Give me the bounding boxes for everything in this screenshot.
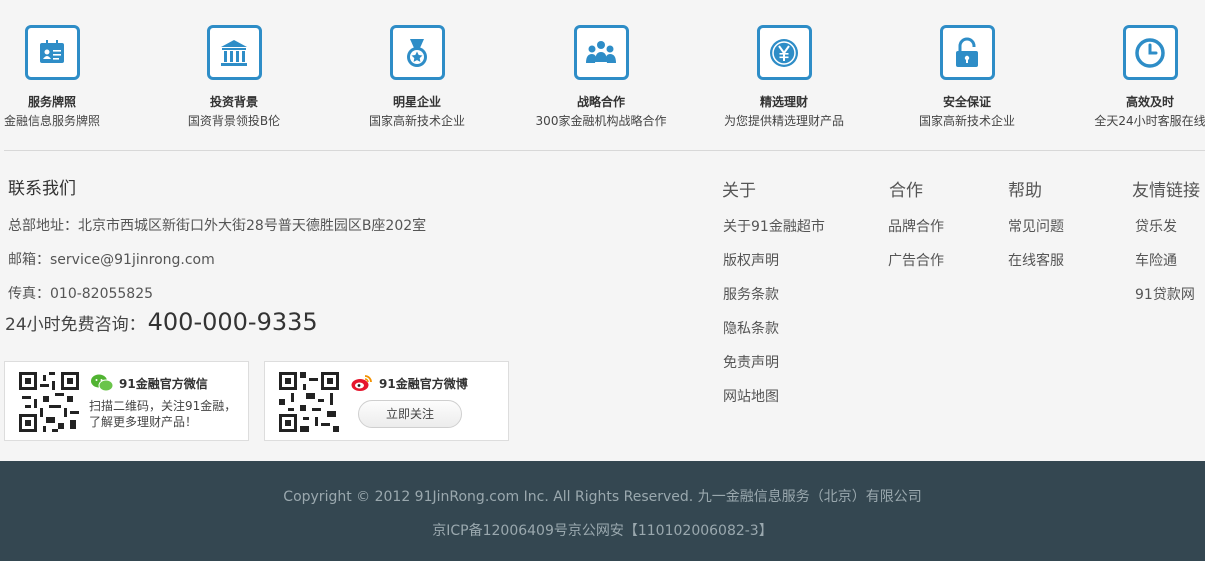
- wechat-icon: [91, 374, 113, 392]
- copyright-text: Copyright © 2012 91JinRong.com Inc. All …: [283, 489, 922, 505]
- feature-title: 明星企业: [392, 95, 441, 109]
- link-brand-coop[interactable]: 品牌合作: [888, 216, 944, 236]
- people-group-icon: [573, 25, 629, 80]
- padlock-icon: [939, 25, 995, 80]
- clock-icon: [1122, 25, 1178, 80]
- link-friend-3[interactable]: 91贷款网: [1135, 284, 1195, 304]
- feature-subtitle: 国家高新技术企业: [918, 114, 1015, 128]
- link-faq[interactable]: 常见问题: [1008, 216, 1064, 236]
- feature-subtitle: 国家高新技术企业: [368, 114, 465, 128]
- feature-security[interactable]: 安全保证 国家高新技术企业: [887, 25, 1047, 129]
- feature-title: 服务牌照: [27, 95, 76, 109]
- feature-investment[interactable]: 投资背景 国资背景领投B伦: [154, 25, 314, 129]
- link-terms[interactable]: 服务条款: [723, 284, 779, 304]
- link-online-service[interactable]: 在线客服: [1008, 250, 1064, 270]
- feature-title: 战略合作: [576, 95, 625, 109]
- contact-address: 总部地址：北京市西城区新街口外大街28号普天德胜园区B座202室: [8, 218, 427, 234]
- link-ad-coop[interactable]: 广告合作: [888, 250, 944, 270]
- footer-bar: Copyright © 2012 91JinRong.com Inc. All …: [0, 461, 1205, 561]
- icp-text: 京ICP备12006409号京公网安【110102006082-3】: [432, 523, 773, 539]
- link-friend-1[interactable]: 贷乐发: [1135, 216, 1177, 236]
- contact-email: 邮箱：service@91jinrong.com: [8, 252, 215, 268]
- feature-subtitle: 为您提供精选理财产品: [723, 114, 844, 128]
- feature-wealth[interactable]: 精选理财 为您提供精选理财产品: [704, 25, 864, 129]
- contact-fax: 传真：010-82055825: [8, 286, 154, 302]
- yen-coin-icon: [756, 25, 812, 80]
- wechat-desc: 扫描二维码，关注91金融，了解更多理财产品！: [89, 399, 237, 429]
- weibo-title-row: 91金融官方微博: [351, 374, 468, 392]
- wechat-title: 91金融官方微信: [119, 376, 208, 391]
- feature-title: 安全保证: [942, 95, 991, 109]
- feature-title: 精选理财: [759, 95, 808, 109]
- feature-subtitle: 全天24小时客服在线: [1094, 114, 1205, 128]
- feature-row: 服务牌照 金融信息服务牌照 投资背景 国资背景领投B伦 明星企业 国家高新技术企…: [0, 0, 1205, 150]
- friends-column-title: 友情链接: [1132, 181, 1200, 201]
- link-sitemap[interactable]: 网站地图: [723, 386, 779, 406]
- hotline-number: 400-000-9335: [147, 308, 318, 336]
- feature-license[interactable]: 服务牌照 金融信息服务牌照: [0, 25, 132, 129]
- help-column-title: 帮助: [1008, 181, 1042, 201]
- link-friend-2[interactable]: 车险通: [1135, 250, 1177, 270]
- bank-building-icon: [206, 25, 262, 80]
- weibo-qr-code: [279, 372, 339, 432]
- weibo-box: 91金融官方微博 立即关注: [264, 361, 509, 441]
- certificate-icon: [24, 25, 80, 80]
- feature-title: 投资背景: [209, 95, 258, 109]
- feature-strategic[interactable]: 战略合作 300家金融机构战略合作: [521, 25, 681, 129]
- follow-button[interactable]: 立即关注: [358, 400, 462, 428]
- feature-subtitle: 300家金融机构战略合作: [535, 114, 667, 128]
- contact-title: 联系我们: [8, 179, 76, 199]
- divider: [4, 150, 1205, 151]
- link-disclaimer[interactable]: 免责声明: [723, 352, 779, 372]
- medal-icon: [389, 25, 445, 80]
- wechat-title-row: 91金融官方微信: [91, 374, 208, 392]
- wechat-qr-code: [19, 372, 79, 432]
- feature-efficient[interactable]: 高效及时 全天24小时客服在线: [1070, 25, 1205, 129]
- feature-star-company[interactable]: 明星企业 国家高新技术企业: [337, 25, 497, 129]
- weibo-title: 91金融官方微博: [379, 376, 468, 391]
- about-column-title: 关于: [722, 181, 756, 201]
- link-copyright[interactable]: 版权声明: [723, 250, 779, 270]
- weibo-icon: [351, 375, 372, 391]
- feature-subtitle: 金融信息服务牌照: [3, 114, 100, 128]
- hotline-label: 24小时免费咨询：: [5, 315, 146, 335]
- link-privacy[interactable]: 隐私条款: [723, 318, 779, 338]
- hotline: 24小时免费咨询：400-000-9335: [5, 308, 318, 336]
- coop-column-title: 合作: [889, 181, 923, 201]
- link-about-91jinrong[interactable]: 关于91金融超市: [723, 216, 825, 236]
- wechat-box: 91金融官方微信 扫描二维码，关注91金融，了解更多理财产品！: [4, 361, 249, 441]
- feature-subtitle: 国资背景领投B伦: [187, 114, 281, 128]
- feature-title: 高效及时: [1125, 95, 1174, 109]
